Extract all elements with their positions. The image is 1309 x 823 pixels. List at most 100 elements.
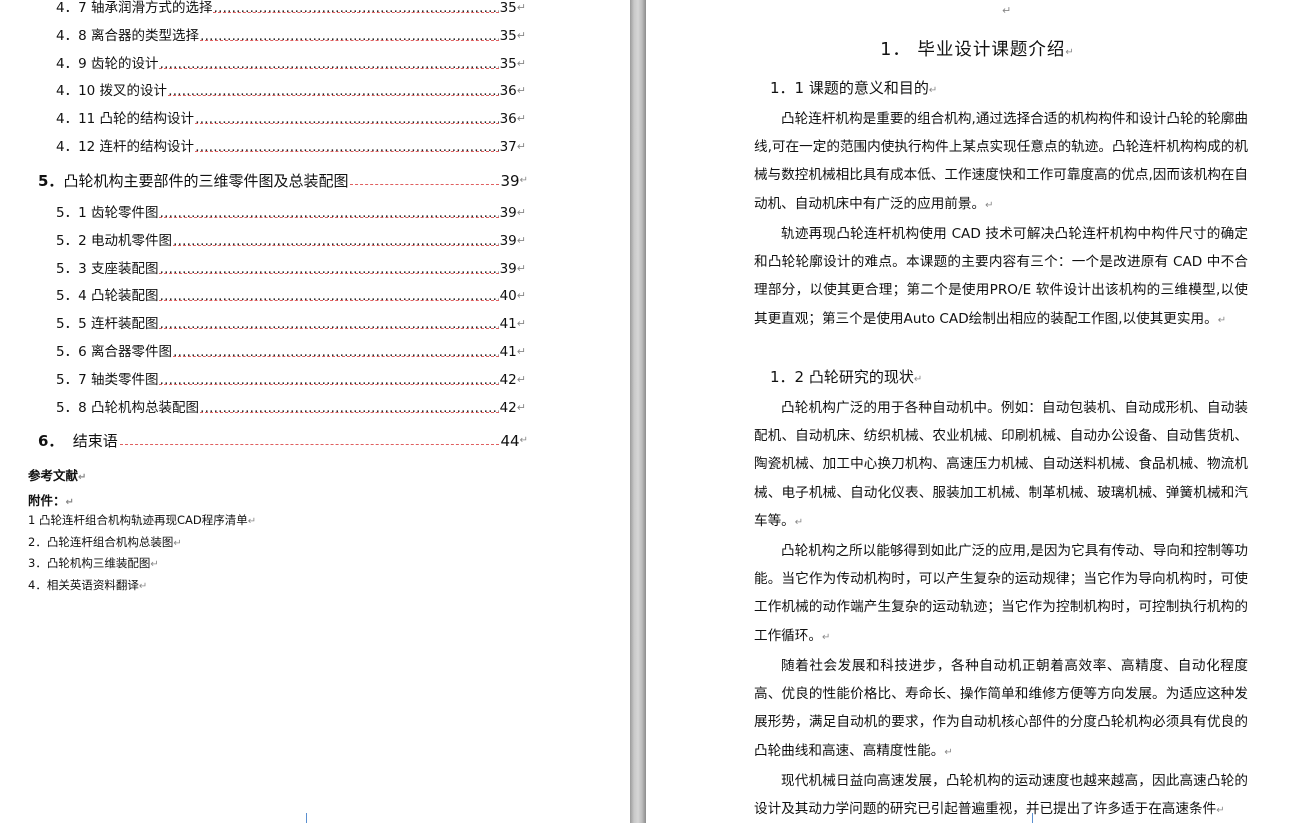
toc-leader-dots: ……………………………………………………………………………………	[172, 344, 499, 357]
toc-entry-label: 4．12 连杆的结构设计	[56, 139, 195, 155]
paragraph-mark-icon: ↵	[516, 1, 526, 14]
toc-entry-page: 41	[499, 344, 517, 360]
toc-entry[interactable]: 5．4 凸轮装配图……………………………………………………………………………………	[56, 286, 526, 306]
toc-entry-page: 36	[499, 111, 517, 128]
paragraph-mark-icon: ↵	[516, 289, 526, 303]
toc-leader-dots: ……………………………………………………………………………………	[159, 288, 499, 302]
toc-leader-dots: ……………………………………………………………………………………	[195, 137, 499, 152]
toc-entry[interactable]: 5．7 轴类零件图……………………………………………………………………………………	[56, 370, 526, 390]
toc-entry-label: 5．8 凸轮机构总装配图	[56, 399, 199, 416]
paragraph-mark-icon: ↵	[516, 233, 526, 247]
chapter-6-page: 44	[500, 432, 520, 450]
toc-entry-page: 42	[499, 371, 517, 388]
toc-entry[interactable]: 5．8 凸轮机构总装配图……………………………………………………………………………	[56, 398, 526, 418]
section-1-2-heading: 1．2 凸轮研究的现状↵	[770, 368, 923, 386]
toc-entry-page: 39	[499, 205, 517, 221]
toc-leader-dots: ……………………………………………………………………………………	[168, 81, 499, 97]
left-document-page: 5． 凸轮机构主要部件的三维零件图及总装配图 ………………………………………………	[0, 0, 630, 823]
chapter-5-number: 5．	[38, 172, 64, 190]
toc-entry-page: 41	[499, 316, 517, 333]
toc-entry-label: 4．9 齿轮的设计	[56, 55, 159, 72]
toc-entry-page: 35	[499, 55, 517, 72]
paragraph-mark-icon: ↵	[65, 497, 74, 508]
toc-entry-page: 37	[499, 139, 517, 155]
toc-entry[interactable]: 4．8 离合器的类型选择……………………………………………………………………………	[56, 26, 526, 46]
paragraph-mark-icon: ↵	[516, 372, 526, 386]
paragraph-mark-icon: ↵	[794, 516, 804, 528]
toc-entry-label: 5．2 电动机零件图	[56, 232, 172, 249]
paragraph-mark-icon: ↵	[516, 345, 526, 358]
page-boundary-marker	[306, 813, 307, 823]
paragraph-mark-icon: ↵	[516, 112, 526, 126]
toc-entry[interactable]: 5．2 电动机零件图…………………………………………………………………………………	[56, 231, 526, 251]
toc-leader-dots: ……………………………………………………………………………………	[199, 27, 499, 41]
attachment-item: 2．凸轮连杆组合机构总装图↵	[28, 534, 182, 549]
paragraph-mark-icon: ↵	[913, 374, 923, 385]
toc-entry-label: 5．7 轴类零件图	[56, 371, 159, 388]
toc-leader-dots: ……………………………………………………………………………………	[159, 371, 499, 385]
body-paragraph: 凸轮连杆机构是重要的组合机构,通过选择合适的机构构件和设计凸轮的轮廓曲线,可在一…	[754, 111, 1248, 212]
paragraph-mark-icon: ↵	[150, 559, 159, 570]
paragraph-mark-icon: ↵	[985, 199, 994, 211]
toc-entry[interactable]: 4．12 连杆的结构设计……………………………………………………………………………	[56, 137, 526, 157]
body-paragraph: 凸轮机构之所以能够得到如此广泛的应用,是因为它具有传动、导向和控制等功能。当它作…	[754, 543, 1248, 644]
paragraph-mark-icon: ↵	[516, 56, 526, 70]
toc-entry-page: 40	[499, 288, 517, 305]
toc-entry[interactable]: 4．11 凸轮的结构设计……………………………………………………………………………	[56, 109, 526, 129]
toc-entry-page: 36	[499, 83, 517, 100]
paragraph-mark-icon: ↵	[516, 317, 526, 331]
toc-entry-label: 4．8 离合器的类型选择	[56, 27, 199, 44]
paragraph-mark-icon: ↵	[516, 261, 526, 275]
paragraph-mark-icon: ↵	[1065, 47, 1075, 58]
chapter-6-number: 6．	[38, 432, 64, 450]
toc-entry[interactable]: 4．7 轴承润滑方式的选择…………………………………………………………………………	[56, 0, 526, 18]
references-heading: 参考文献↵	[28, 468, 87, 483]
toc-entry-label: 5．4 凸轮装配图	[56, 288, 159, 305]
toc-leader-dots: ……………………………………………………………………………………	[195, 109, 499, 125]
toc-entry-label: 4．11 凸轮的结构设计	[56, 111, 195, 128]
toc-entry-label: 4．10 拨叉的设计	[56, 83, 168, 100]
toc-leader-dots: ……………………………………………………………………………………	[119, 430, 499, 445]
toc-entry-page: 42	[499, 399, 517, 416]
paragraph-mark-icon: ↵	[516, 400, 526, 414]
right-document-page: ↵ 1． 毕业设计课题介绍↵ 1．1 课题的意义和目的↵ 1．2 凸轮研究的现状…	[646, 0, 1309, 823]
toc-chapter-6[interactable]: 6． 结束语 …………………………………………………………………………………… …	[38, 430, 528, 452]
toc-entry[interactable]: 5．5 连杆装配图……………………………………………………………………………………	[56, 314, 526, 334]
toc-entry-label: 5．5 连杆装配图	[56, 316, 159, 333]
toc-leader-dots: ……………………………………………………………………………………	[159, 316, 499, 330]
toc-leader-dots: ……………………………………………………………………………………	[213, 0, 499, 13]
toc-entry-page: 39	[499, 232, 517, 249]
paragraph-mark-icon: ↵	[516, 140, 526, 153]
paragraph-mark-icon: ↵	[138, 580, 148, 592]
paragraph-mark-icon: ↵	[519, 175, 528, 186]
toc-entry[interactable]: 5．3 支座装配图……………………………………………………………………………………	[56, 259, 526, 279]
chapter-6-title: 结束语	[72, 432, 118, 450]
toc-leader-dots: ……………………………………………………………………………………	[159, 55, 499, 69]
paragraph-mark-icon: ↵	[1217, 314, 1227, 326]
toc-entry-page: 35	[499, 27, 517, 44]
toc-entry-page: 39	[499, 260, 517, 277]
toc-chapter-5[interactable]: 5． 凸轮机构主要部件的三维零件图及总装配图 ………………………………………………	[38, 170, 528, 192]
paragraph-mark-icon: ↵	[519, 435, 528, 446]
toc-leader-dots: ……………………………………………………………………………………	[172, 232, 499, 246]
toc-entry[interactable]: 5．1 齿轮零件图……………………………………………………………………………………	[56, 203, 526, 223]
section-1-1-heading: 1．1 课题的意义和目的↵	[770, 79, 938, 97]
body-paragraph: 随着社会发展和科技进步，各种自动机正朝着高效率、高精度、自动化程度高、优良的性能…	[754, 658, 1248, 759]
body-paragraph: 凸轮机构广泛的用于各种自动机中。例如：自动包装机、自动成形机、自动装配机、自动机…	[754, 400, 1248, 529]
toc-leader-dots: ……………………………………………………………………………………	[350, 172, 499, 185]
attachments-heading: 附件：↵	[28, 493, 74, 508]
toc-entry[interactable]: 4．9 齿轮的设计……………………………………………………………………………………	[56, 54, 526, 74]
toc-leader-dots: ……………………………………………………………………………………	[159, 260, 499, 274]
toc-entry[interactable]: 5．6 离合器零件图…………………………………………………………………………………	[56, 342, 526, 362]
paragraph-mark-icon: ↵	[1216, 805, 1225, 817]
chapter-5-title: 凸轮机构主要部件的三维零件图及总装配图	[63, 172, 349, 190]
toc-entry[interactable]: 4．10 拨叉的设计…………………………………………………………………………………	[56, 81, 526, 101]
attachment-item: 1 凸轮连杆组合机构轨迹再现CAD程序清单↵	[28, 513, 257, 527]
toc-entry-label: 5．3 支座装配图	[56, 260, 159, 277]
toc-leader-dots: ……………………………………………………………………………………	[159, 205, 499, 218]
paragraph-mark-icon: ↵	[173, 537, 182, 549]
attachment-item: 3．凸轮机构三维装配图↵	[28, 556, 159, 570]
paragraph-mark-icon: ↵	[78, 472, 87, 483]
paragraph-mark-icon: ↵	[944, 746, 953, 758]
paragraph-mark-icon: ↵	[247, 516, 257, 527]
